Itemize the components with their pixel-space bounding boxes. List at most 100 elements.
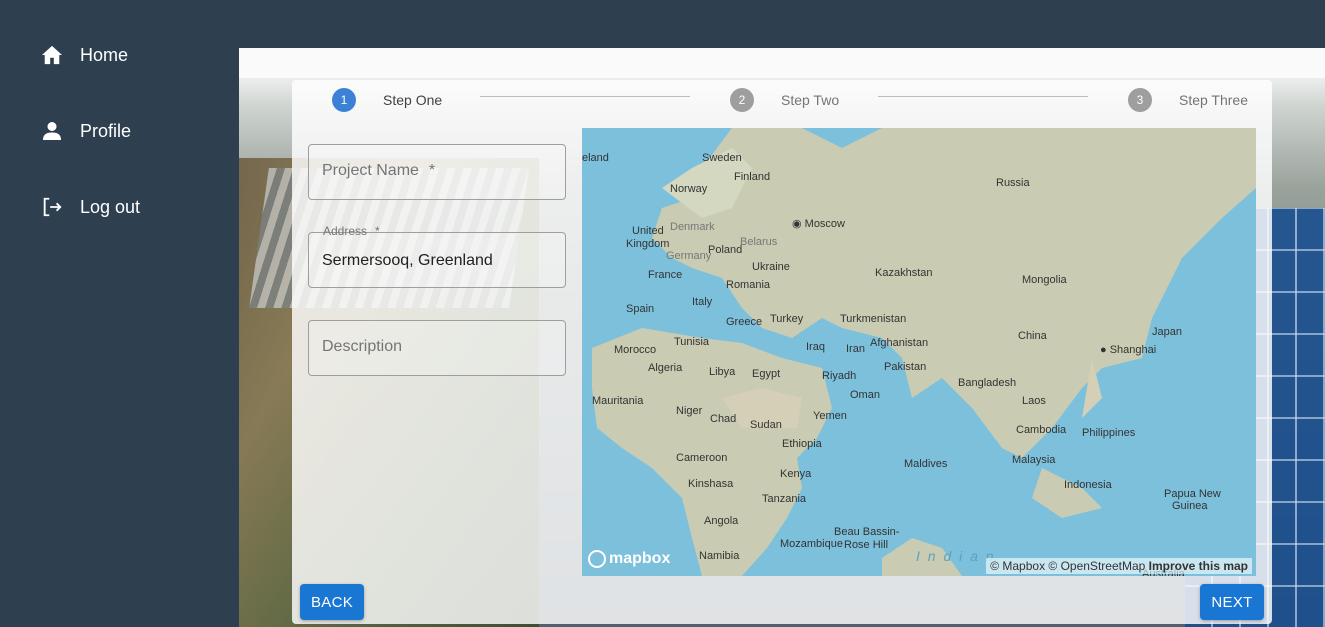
- map-label: France: [648, 269, 683, 281]
- improve-map-link[interactable]: Improve this map: [1149, 559, 1248, 573]
- map-label: Ethiopia: [782, 438, 822, 450]
- map-label: Kenya: [780, 468, 812, 480]
- map-label: Denmark: [670, 221, 715, 233]
- map-label: Indonesia: [1064, 479, 1112, 491]
- map-label: Morocco: [614, 344, 657, 356]
- step-three-label: Step Three: [1179, 92, 1249, 108]
- map-label: Laos: [1022, 395, 1046, 407]
- map-label: Kazakhstan: [875, 267, 933, 279]
- nav-item-logout[interactable]: Log out: [40, 192, 140, 222]
- map-label: Kinshasa: [688, 478, 734, 490]
- step-one-number: 1: [332, 88, 356, 112]
- description-placeholder: Description: [322, 338, 403, 355]
- step-one-label: Step One: [383, 92, 443, 108]
- map-label: Sudan: [750, 419, 782, 431]
- map-label: Cambodia: [1016, 424, 1067, 436]
- project-name-placeholder: Project Name *: [322, 162, 435, 180]
- map-label: Oman: [850, 389, 880, 401]
- nav-item-logout-label: Log out: [80, 196, 141, 217]
- map-label: Chad: [710, 413, 737, 425]
- address-label: Address *: [319, 224, 384, 238]
- map-label: Algeria: [648, 362, 683, 374]
- map-label: Finland: [734, 171, 771, 183]
- project-name-placeholder-text: Project Name: [322, 162, 419, 179]
- required-mark: *: [428, 162, 436, 179]
- step-one[interactable]: 1 Step One: [332, 88, 442, 112]
- map-label-text: Shanghai: [1109, 344, 1157, 356]
- map-label: Bangladesh: [958, 377, 1017, 389]
- map-label: Angola: [704, 515, 739, 527]
- map-label: Papua New: [1164, 488, 1221, 500]
- map-label: Turkey: [770, 313, 804, 325]
- step-two-number: 2: [730, 88, 754, 112]
- map-attribution[interactable]: © Mapbox © OpenStreetMap Improve this ma…: [986, 558, 1252, 574]
- map-label: Germany: [666, 250, 712, 262]
- sidebar: Home Profile Log out: [0, 0, 239, 627]
- address-field[interactable]: Address * Sermersooq, Greenland: [308, 224, 566, 288]
- map-label: Kingdom: [626, 238, 670, 250]
- map-label: Spain: [626, 303, 655, 315]
- mapbox-logo[interactable]: mapbox: [588, 550, 670, 568]
- map-label: Romania: [726, 279, 771, 291]
- map-label: Tunisia: [674, 336, 710, 348]
- map-label: Iraq: [806, 341, 825, 353]
- nav-item-home-label: Home: [80, 44, 129, 65]
- step-three-number: 3: [1128, 88, 1152, 112]
- map-label: Beau Bassin-: [834, 526, 900, 538]
- map-label: Mauritania: [592, 395, 644, 407]
- home-icon: [40, 43, 64, 67]
- map-label: Norway: [670, 183, 708, 195]
- map-label: Japan: [1152, 326, 1182, 338]
- map-label: Namibia: [699, 550, 740, 562]
- map-label: China: [1018, 330, 1047, 342]
- nav-item-profile-label: Profile: [80, 120, 132, 141]
- map-label-text: Moscow: [804, 218, 845, 230]
- mapbox-logo-text: mapbox: [609, 550, 671, 567]
- project-form-card: 1 Step One 2 Step Two 3 Step Three Proje…: [292, 80, 1272, 624]
- map-attribution-text: © Mapbox © OpenStreetMap: [990, 559, 1146, 573]
- map-label: Cameroon: [676, 452, 728, 464]
- map-label: Maldives: [904, 458, 948, 470]
- map-label: Pakistan: [884, 361, 927, 373]
- project-name-field[interactable]: Project Name *: [308, 144, 566, 200]
- map-label: eland: [582, 152, 609, 164]
- map-label: Tanzania: [762, 493, 807, 505]
- mapbox-logo-icon: [588, 550, 606, 568]
- map-label: Afghanistan: [870, 337, 929, 349]
- map-label: Yemen: [813, 410, 847, 422]
- back-button[interactable]: BACK: [300, 584, 364, 620]
- logout-icon: [40, 195, 64, 219]
- map-label: Ukraine: [752, 261, 790, 273]
- step-three[interactable]: 3 Step Three: [1128, 88, 1248, 112]
- stepper: 1 Step One 2 Step Two 3 Step Three: [292, 80, 1272, 120]
- background-strip: [239, 48, 1325, 78]
- map-label: Philippines: [1082, 427, 1136, 439]
- map-label: ◉ Moscow: [792, 218, 845, 230]
- description-field[interactable]: Description: [308, 320, 566, 376]
- map-label: Niger: [676, 405, 703, 417]
- map-label: Libya: [709, 366, 736, 378]
- map-label: Italy: [692, 296, 713, 308]
- step-two[interactable]: 2 Step Two: [730, 88, 839, 112]
- map-label: Iran: [846, 343, 865, 355]
- map-label: Malaysia: [1012, 454, 1056, 466]
- map-label: Greece: [726, 316, 763, 328]
- map-label: Russia: [996, 177, 1030, 189]
- nav-item-home[interactable]: Home: [40, 40, 128, 70]
- map-label: Belarus: [740, 236, 778, 248]
- map-label: Sweden: [702, 152, 742, 164]
- map-label: ● Shanghai: [1100, 344, 1157, 356]
- map-label: United: [632, 225, 664, 237]
- next-button[interactable]: NEXT: [1200, 584, 1264, 620]
- map-label: Poland: [708, 244, 743, 256]
- map-label: Mozambique: [780, 538, 843, 550]
- step-connector: [878, 96, 1088, 97]
- nav-item-profile[interactable]: Profile: [40, 116, 131, 146]
- map-view[interactable]: eland Sweden Finland Norway Russia ◉ Mos…: [582, 128, 1256, 576]
- content-area: 1 Step One 2 Step Two 3 Step Three Proje…: [239, 48, 1325, 627]
- map-label: Turkmenistan: [840, 313, 907, 325]
- step-two-label: Step Two: [781, 92, 840, 108]
- map-label: Guinea: [1172, 500, 1208, 512]
- map-label: Mongolia: [1022, 274, 1067, 286]
- step-connector: [480, 96, 690, 97]
